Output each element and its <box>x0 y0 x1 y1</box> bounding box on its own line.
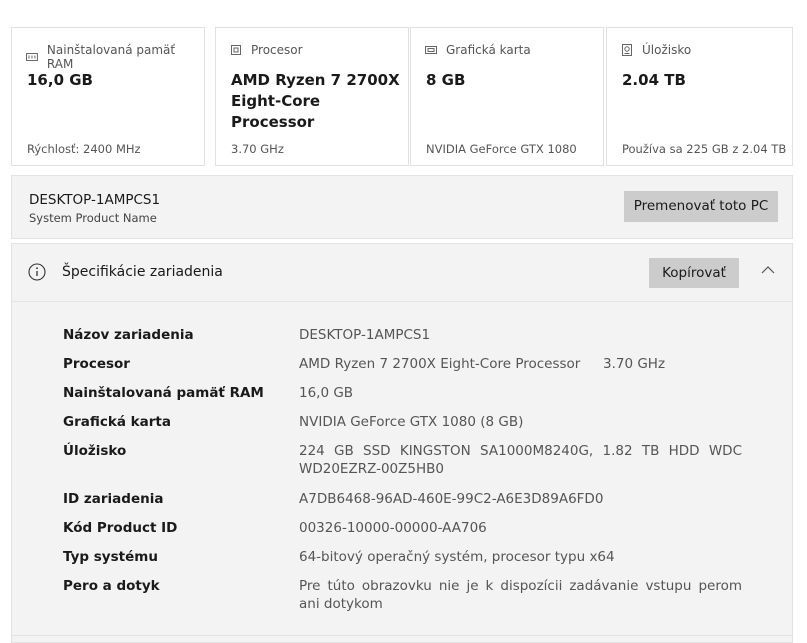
spec-key: Typ systému <box>63 549 158 565</box>
spec-value: DESKTOP-1AMPCS1 <box>299 327 431 343</box>
spec-key: Nainštalovaná pamäť RAM <box>63 385 264 401</box>
copy-button[interactable]: Kopírovať <box>649 258 739 288</box>
memory-icon <box>26 53 38 61</box>
spec-key: ID zariadenia <box>63 491 164 507</box>
storage-card: Úložisko 2.04 TB Používa sa 225 GB z 2.0… <box>606 27 793 166</box>
divider <box>11 635 793 636</box>
graphics-card: Grafická karta 8 GB NVIDIA GeForce GTX 1… <box>410 27 604 166</box>
storage-card-label: Úložisko <box>642 43 692 57</box>
ram-card-header: Nainštalovaná pamäť RAM <box>26 43 204 71</box>
graphics-card-sub: NVIDIA GeForce GTX 1080 <box>426 142 577 156</box>
graphics-card-value: 8 GB <box>426 71 466 89</box>
device-specifications-panel: Špecifikácie zariadenia Kopírovať Názov … <box>11 243 793 643</box>
storage-icon <box>622 44 632 56</box>
ram-card-sub: Rýchlosť: 2400 MHz <box>27 142 141 156</box>
spec-value-secondary: 3.70 GHz <box>603 356 666 372</box>
processor-icon <box>231 45 241 55</box>
storage-card-header: Úložisko <box>621 43 691 57</box>
rename-pc-button[interactable]: Premenovať toto PC <box>624 191 778 222</box>
pc-name: DESKTOP-1AMPCS1 <box>29 192 161 208</box>
pc-name-panel: DESKTOP-1AMPCS1 System Product Name Prem… <box>11 175 793 239</box>
spec-key: Pero a dotyk <box>63 578 160 594</box>
spec-key: Úložisko <box>63 443 127 459</box>
spec-value: A7DB6468-96AD-460E-99C2-A6E3D89A6FD0 <box>299 491 604 507</box>
spec-key: Kód Product ID <box>63 520 178 536</box>
processor-card-sub: 3.70 GHz <box>231 142 284 156</box>
device-specifications-header[interactable]: Špecifikácie zariadenia Kopírovať <box>12 244 792 302</box>
spec-value: Pre túto obrazovku nie je k dispozícii z… <box>299 578 742 612</box>
graphics-card-icon <box>425 46 437 54</box>
graphics-card-header: Grafická karta <box>425 43 531 57</box>
pc-model: System Product Name <box>29 211 157 225</box>
ram-card-label: Nainštalovaná pamäť RAM <box>46 43 176 71</box>
spec-value: 224 GB SSD KINGSTON SA1000M8240G, 1.82 T… <box>299 443 742 477</box>
processor-card-value: AMD Ryzen 7 2700X Eight-Core Processor <box>231 71 400 131</box>
chevron-up-icon[interactable] <box>760 264 776 276</box>
processor-card-header: Procesor <box>230 43 303 57</box>
spec-key: Procesor <box>63 356 130 372</box>
spec-value: NVIDIA GeForce GTX 1080 (8 GB) <box>299 414 524 430</box>
ram-card: Nainštalovaná pamäť RAM 16,0 GB Rýchlosť… <box>11 27 205 166</box>
spec-value: 64-bitový operačný systém, procesor typu… <box>299 549 615 565</box>
spec-key: Názov zariadenia <box>63 327 194 343</box>
processor-card: Procesor AMD Ryzen 7 2700X Eight-Core Pr… <box>215 27 409 166</box>
graphics-card-label: Grafická karta <box>446 43 531 57</box>
ram-card-value: 16,0 GB <box>27 71 93 89</box>
spec-key: Grafická karta <box>63 414 171 430</box>
spec-value: AMD Ryzen 7 2700X Eight-Core Processor <box>299 356 581 372</box>
device-specifications-title: Špecifikácie zariadenia <box>62 264 223 280</box>
storage-card-value: 2.04 TB <box>622 71 686 89</box>
processor-card-label: Procesor <box>251 43 303 57</box>
hardware-summary-cards: Nainštalovaná pamäť RAM 16,0 GB Rýchlosť… <box>11 27 793 166</box>
spec-value: 00326-10000-00000-AA706 <box>299 520 487 536</box>
spec-value: 16,0 GB <box>299 385 354 401</box>
info-icon <box>28 263 46 281</box>
storage-card-sub: Používa sa 225 GB z 2.04 TB <box>622 142 787 156</box>
